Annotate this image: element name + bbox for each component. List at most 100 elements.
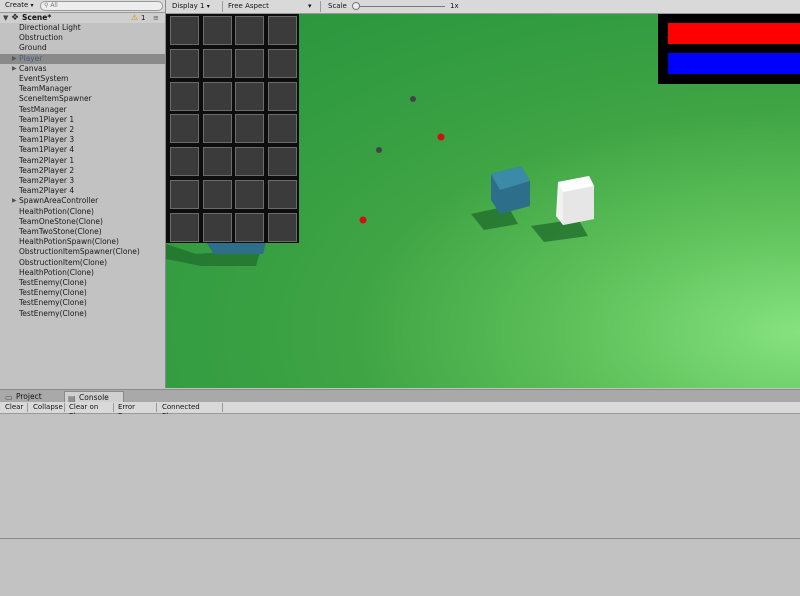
- hierarchy-item[interactable]: ObstructionItem(Clone): [0, 258, 165, 268]
- inventory-slot[interactable]: [202, 81, 232, 111]
- inventory-slot[interactable]: [267, 48, 297, 78]
- aspect-dropdown[interactable]: Free Aspect: [228, 2, 269, 11]
- clear-button[interactable]: Clear: [2, 403, 28, 412]
- hierarchy-item-label: TeamOneStone(Clone): [19, 216, 103, 226]
- inventory-slot[interactable]: [235, 212, 264, 242]
- inventory-slot[interactable]: [235, 147, 264, 177]
- hierarchy-item[interactable]: Team1Player 4: [0, 145, 165, 155]
- hierarchy-item-label: SpawnAreaController: [19, 196, 99, 206]
- hierarchy-item[interactable]: Team1Player 3: [0, 135, 165, 145]
- hierarchy-item[interactable]: ▶ SpawnAreaController: [0, 196, 165, 206]
- inventory-slot[interactable]: [202, 16, 232, 45]
- hierarchy-item[interactable]: TeamOneStone(Clone): [0, 217, 165, 227]
- inventory-slot[interactable]: [267, 16, 297, 45]
- inventory-slot[interactable]: [170, 147, 199, 177]
- console-detail-area[interactable]: [0, 539, 800, 596]
- hierarchy-item[interactable]: Team2Player 1: [0, 156, 165, 166]
- red-potion-blob: [359, 216, 367, 224]
- search-input[interactable]: ⚲ All: [40, 1, 163, 11]
- hierarchy-item[interactable]: ObstructionItemSpawner(Clone): [0, 247, 165, 257]
- inventory-slot[interactable]: [267, 212, 297, 242]
- grey-enemy-blob: [410, 96, 416, 102]
- hierarchy-item-label: Obstruction: [19, 33, 63, 43]
- search-icon: ⚲: [44, 2, 49, 9]
- scene-row[interactable]: ▼ ❖ Scene* ⚠ 1 ≡: [0, 13, 165, 23]
- hierarchy-item[interactable]: Obstruction: [0, 33, 165, 43]
- clear-on-play-button[interactable]: Clear on Play: [66, 403, 114, 420]
- console-log-area[interactable]: [0, 414, 800, 538]
- hierarchy-item[interactable]: HealthPotion(Clone): [0, 207, 165, 217]
- hierarchy-item-label: TestEnemy(Clone): [19, 278, 87, 287]
- hierarchy-item[interactable]: Ground: [0, 43, 165, 53]
- inventory-slot[interactable]: [267, 81, 297, 111]
- hierarchy-item[interactable]: TestManager: [0, 105, 165, 115]
- inventory-slot[interactable]: [202, 180, 232, 209]
- inventory-slot[interactable]: [202, 48, 232, 78]
- foldout-arrow-icon[interactable]: ▼: [3, 13, 8, 23]
- inventory-slot[interactable]: [235, 114, 264, 144]
- hierarchy-item[interactable]: TestEnemy(Clone): [0, 288, 165, 298]
- error-pause-button[interactable]: Error Pause: [115, 403, 157, 420]
- white-cube-side: [563, 186, 594, 225]
- inventory-slot[interactable]: [235, 16, 264, 45]
- inventory-slot[interactable]: [202, 114, 232, 144]
- collapse-button[interactable]: Collapse: [30, 403, 65, 412]
- aspect-chevron-icon[interactable]: ▾: [308, 2, 312, 11]
- warning-count: 1: [141, 14, 146, 22]
- hierarchy-item[interactable]: TeamTwoStone(Clone): [0, 227, 165, 237]
- tab-project[interactable]: ▭ Project: [2, 391, 62, 402]
- hierarchy-item[interactable]: HealthPotionSpawn(Clone): [0, 237, 165, 247]
- connected-player-dropdown[interactable]: Connected Player ▾: [159, 403, 223, 420]
- tab-console[interactable]: ▤ Console: [64, 391, 124, 403]
- inventory-slot[interactable]: [170, 114, 199, 144]
- scale-slider-handle[interactable]: [352, 2, 360, 10]
- scale-slider-track[interactable]: [355, 6, 445, 7]
- game-view[interactable]: [166, 14, 800, 388]
- hierarchy-item-label: TestEnemy(Clone): [19, 308, 87, 318]
- bottom-tab-bar: ▭ Project ▤ Console: [0, 389, 800, 403]
- inventory-slot[interactable]: [202, 212, 232, 242]
- hierarchy-item[interactable]: Team1Player 2: [0, 125, 165, 135]
- hierarchy-item[interactable]: ▶ Player: [0, 53, 165, 64]
- hierarchy-item-label: TestEnemy(Clone): [19, 298, 87, 308]
- toolbar-divider: [320, 1, 321, 12]
- inventory-slot[interactable]: [267, 114, 297, 144]
- inventory-slot[interactable]: [267, 147, 297, 177]
- hierarchy-item[interactable]: Team2Player 4: [0, 186, 165, 196]
- aspect-label: Free Aspect: [228, 2, 269, 10]
- hierarchy-item[interactable]: Team2Player 2: [0, 166, 165, 176]
- scene-name: Scene*: [22, 13, 52, 22]
- hierarchy-item-label: Ground: [19, 43, 47, 53]
- hierarchy-item[interactable]: TeamManager: [0, 84, 165, 94]
- hierarchy-item[interactable]: Directional Light: [0, 23, 165, 33]
- hierarchy-item[interactable]: TestEnemy(Clone): [0, 309, 165, 319]
- inventory-slot[interactable]: [235, 180, 264, 209]
- create-button[interactable]: Create ▾: [2, 1, 37, 10]
- expand-arrow-icon[interactable]: ▶: [12, 196, 17, 206]
- inventory-slot[interactable]: [170, 48, 199, 78]
- menu-icon[interactable]: ≡: [153, 13, 159, 23]
- console-toolbar: Clear Collapse Clear on Play Error Pause…: [0, 402, 800, 420]
- inventory-slot[interactable]: [170, 212, 199, 242]
- inventory-slot[interactable]: [235, 48, 264, 78]
- hierarchy-item-label: Team2Player 2: [19, 165, 75, 175]
- hierarchy-item[interactable]: ▶ Canvas: [0, 64, 165, 74]
- expand-arrow-icon[interactable]: ▶: [12, 64, 17, 74]
- hierarchy-item[interactable]: Team2Player 3: [0, 176, 165, 186]
- inventory-slot[interactable]: [170, 16, 199, 45]
- display-dropdown[interactable]: Display 1 ▾: [172, 2, 210, 11]
- inventory-slot[interactable]: [170, 81, 199, 111]
- inventory-slot[interactable]: [267, 180, 297, 209]
- hierarchy-item-label: TestEnemy(Clone): [19, 288, 87, 298]
- hierarchy-item[interactable]: TestEnemy(Clone): [0, 278, 165, 288]
- hierarchy-item[interactable]: HealthPotion(Clone): [0, 268, 165, 278]
- hierarchy-item[interactable]: EventSystem: [0, 74, 165, 84]
- hierarchy-item[interactable]: SceneItemSpawner: [0, 94, 165, 104]
- game-view-toolbar: Display 1 ▾ Free Aspect ▾ Scale 1x: [166, 0, 800, 14]
- hierarchy-item[interactable]: TestEnemy(Clone): [0, 298, 165, 308]
- inventory-slot[interactable]: [235, 81, 264, 111]
- inventory-slot[interactable]: [170, 180, 199, 209]
- inventory-slot[interactable]: [202, 147, 232, 177]
- hierarchy-item[interactable]: Team1Player 1: [0, 115, 165, 125]
- expand-arrow-icon[interactable]: ▶: [12, 54, 17, 64]
